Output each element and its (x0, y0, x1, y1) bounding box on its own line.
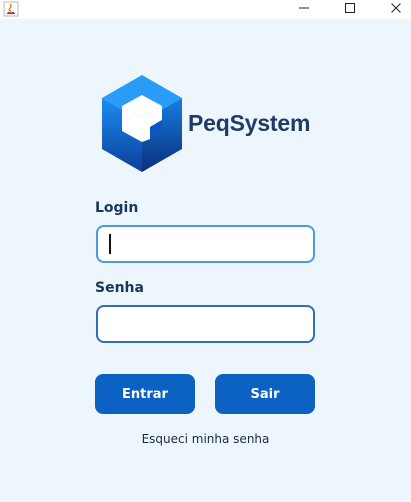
maximize-button[interactable] (330, 0, 370, 19)
title-bar (0, 0, 411, 19)
sair-button[interactable]: Sair (215, 374, 315, 414)
logo-text: PeqSystem (188, 110, 311, 136)
senha-input[interactable] (96, 305, 315, 343)
maximize-icon (344, 1, 356, 19)
forgot-password-link[interactable]: Esqueci minha senha (0, 432, 411, 446)
minimize-icon (298, 1, 310, 19)
login-input[interactable] (96, 225, 315, 263)
text-cursor (109, 234, 111, 254)
company-logo: PeqSystem (102, 75, 312, 175)
hexagon-cube-logo (102, 75, 182, 172)
java-app-icon (3, 1, 19, 17)
login-label: Login (95, 200, 139, 216)
senha-label: Senha (95, 280, 144, 296)
close-button[interactable] (376, 0, 411, 19)
close-icon (390, 1, 402, 19)
minimize-button[interactable] (284, 0, 324, 19)
entrar-button[interactable]: Entrar (95, 374, 195, 414)
